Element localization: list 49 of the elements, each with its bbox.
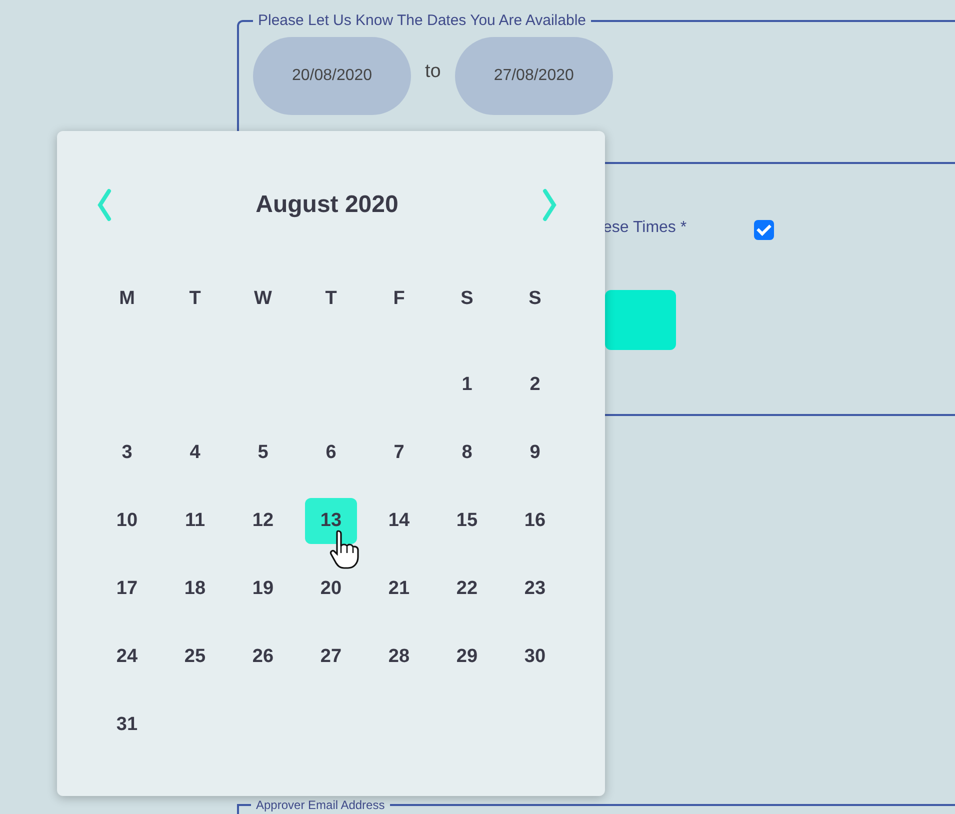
calendar-day[interactable]: 5 [237, 430, 289, 476]
calendar-day[interactable]: 9 [509, 430, 561, 476]
calendar-day[interactable]: 15 [441, 498, 493, 544]
calendar-day[interactable]: 2 [509, 362, 561, 408]
calendar-day[interactable]: 4 [169, 430, 221, 476]
calendar-day[interactable]: 14 [373, 498, 425, 544]
calendar-day[interactable]: 27 [305, 634, 357, 680]
section-legend: Please Let Us Know The Dates You Are Available [253, 12, 592, 29]
section-legend: Approver Email Address [251, 798, 390, 812]
calendar-day[interactable]: 6 [305, 430, 357, 476]
calendar-day[interactable]: 12 [237, 498, 289, 544]
hand-cursor-icon [329, 529, 361, 569]
calendar-day[interactable]: 18 [169, 566, 221, 612]
weekday-label: S [528, 288, 542, 310]
weekday-label: W [254, 288, 272, 310]
calendar-day[interactable]: 31 [101, 702, 153, 748]
calendar-day[interactable]: 7 [373, 430, 425, 476]
calendar-day[interactable]: 3 [101, 430, 153, 476]
weekday-label: S [460, 288, 474, 310]
calendar-day[interactable]: 28 [373, 634, 425, 680]
calendar-day[interactable]: 19 [237, 566, 289, 612]
calendar-day[interactable]: 20 [305, 566, 357, 612]
weekday-label: T [189, 288, 201, 310]
next-month-icon[interactable] [541, 188, 559, 222]
month-title: August 2020 [256, 191, 398, 219]
calendar-day[interactable]: 25 [169, 634, 221, 680]
checkbox[interactable] [754, 220, 774, 240]
calendar-day[interactable]: 30 [509, 634, 561, 680]
calendar-day[interactable]: 10 [101, 498, 153, 544]
calendar-day[interactable]: 11 [169, 498, 221, 544]
weekday-label: F [393, 288, 405, 310]
calendar-day[interactable]: 24 [101, 634, 153, 680]
weekday-label: T [325, 288, 337, 310]
calendar-day[interactable]: 21 [373, 566, 425, 612]
calendar-day[interactable]: 1 [441, 362, 493, 408]
calendar-day[interactable]: 29 [441, 634, 493, 680]
calendar-day[interactable]: 16 [509, 498, 561, 544]
calendar-day[interactable]: 26 [237, 634, 289, 680]
date-field[interactable]: 27/08/2020 [454, 37, 613, 115]
calendar-day[interactable]: 22 [441, 566, 493, 612]
calendar-day[interactable]: 23 [509, 566, 561, 612]
range-separator: to [425, 61, 441, 83]
date-field[interactable]: 20/08/2020 [253, 37, 411, 115]
previous-month-icon[interactable] [95, 188, 113, 222]
calendar-day[interactable]: 13 [305, 498, 357, 544]
calendar-day[interactable]: 17 [101, 566, 153, 612]
calendar-day[interactable]: 8 [441, 430, 493, 476]
weekday-label: M [119, 288, 135, 310]
action-button[interactable] [605, 290, 676, 350]
